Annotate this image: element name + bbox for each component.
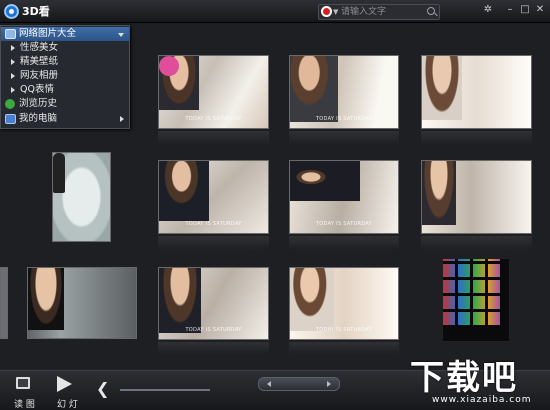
thumbnail[interactable] — [52, 152, 111, 242]
search-engine-icon[interactable] — [321, 6, 332, 17]
watermark-url: www.xiazaiba.com — [432, 395, 532, 405]
bullet-arrow-icon — [11, 59, 15, 65]
thumbnail-reflection — [289, 342, 399, 354]
menu-item-wallpapers[interactable]: 精美壁纸 — [1, 55, 129, 69]
menu-item-user-albums[interactable]: 网友相册 — [1, 69, 129, 83]
thumbnail[interactable] — [421, 160, 532, 234]
read-image-label: 读 图 — [14, 400, 35, 410]
bullet-arrow-icon — [11, 87, 15, 93]
slideshow-label: 幻 灯 — [57, 400, 78, 410]
thumbnail[interactable]: TODAY IS SATURDAY — [289, 267, 399, 340]
chevron-down-icon[interactable]: ▼ — [333, 5, 338, 19]
chevron-left-icon[interactable]: ❮ — [96, 381, 109, 397]
eye-logo-icon — [4, 3, 19, 19]
computer-icon — [5, 114, 16, 124]
bullet-arrow-icon — [11, 73, 15, 79]
page-nav-control[interactable] — [258, 377, 340, 391]
thumbnail-poster[interactable] — [442, 258, 510, 342]
menu-item-my-computer[interactable]: 我的电脑 — [1, 112, 129, 126]
thumbnail[interactable]: TODAY IS SATURDAY — [289, 55, 399, 129]
thumbnail-caption: TODAY IS SATURDAY — [185, 221, 242, 227]
app-title: 3D看 — [22, 5, 50, 18]
menu-item-qq-emoticons[interactable]: QQ表情 — [1, 83, 129, 97]
search-input[interactable] — [341, 5, 421, 19]
category-menu: 网络图片大全 性感美女 精美壁纸 网友相册 QQ表情 浏览历史 我的电脑 — [0, 25, 130, 129]
chevron-down-icon[interactable] — [118, 33, 124, 37]
thumbnail-caption: TODAY IS SATURDAY — [185, 116, 242, 122]
thumbnail[interactable]: TODAY IS SATURDAY — [158, 160, 269, 234]
read-image-button[interactable] — [16, 377, 32, 391]
menu-item-sexy-beauty[interactable]: 性感美女 — [1, 41, 129, 55]
thumbnail-reflection — [421, 236, 532, 250]
thumbnail[interactable] — [27, 267, 137, 339]
thumbnail-caption: TODAY IS SATURDAY — [315, 221, 373, 227]
bullet-arrow-icon — [11, 45, 15, 51]
thumbnail-caption: TODAY IS SATURDAY — [315, 116, 373, 122]
scroll-track[interactable] — [120, 389, 210, 391]
thumbnail-reflection — [158, 236, 269, 250]
search-icon[interactable] — [427, 7, 435, 15]
maximize-icon[interactable]: □ — [518, 3, 532, 17]
app-logo: 3D看 — [4, 3, 50, 19]
thumbnail-reflection — [158, 131, 269, 145]
search-box[interactable]: ▼ — [318, 4, 440, 20]
thumbnail-reflection — [289, 131, 399, 145]
thumbnail-caption: TODAY IS SATURDAY — [185, 327, 242, 333]
thumbnail[interactable]: TODAY IS SATURDAY — [158, 267, 269, 340]
menu-item-browse-history[interactable]: 浏览历史 — [1, 97, 129, 111]
thumbnail[interactable] — [421, 55, 532, 129]
next-arrow-icon[interactable] — [327, 381, 331, 387]
thumbnail[interactable] — [0, 267, 8, 339]
chevron-right-icon[interactable] — [120, 116, 124, 122]
thumbnail-reflection — [421, 131, 532, 145]
play-icon[interactable] — [57, 376, 72, 392]
prev-arrow-icon[interactable] — [267, 381, 271, 387]
close-icon[interactable]: ✕ — [533, 3, 547, 17]
thumbnail[interactable]: TODAY IS SATURDAY — [158, 55, 269, 129]
settings-gear-icon[interactable]: ✲ — [480, 3, 496, 17]
images-icon — [5, 29, 16, 39]
thumbnail[interactable]: TODAY IS SATURDAY — [289, 160, 399, 234]
thumbnail-caption: TODAY IS SATURDAY — [315, 327, 373, 333]
thumbnail-reflection — [158, 342, 269, 354]
minimize-icon[interactable]: – — [503, 3, 517, 17]
history-icon — [5, 99, 15, 109]
title-bar: 3D看 ▼ ✲ – □ ✕ — [0, 0, 550, 23]
watermark-brand: 下载吧 — [410, 358, 518, 398]
menu-item-web-images[interactable]: 网络图片大全 — [1, 27, 129, 41]
thumbnail-reflection — [289, 236, 399, 250]
